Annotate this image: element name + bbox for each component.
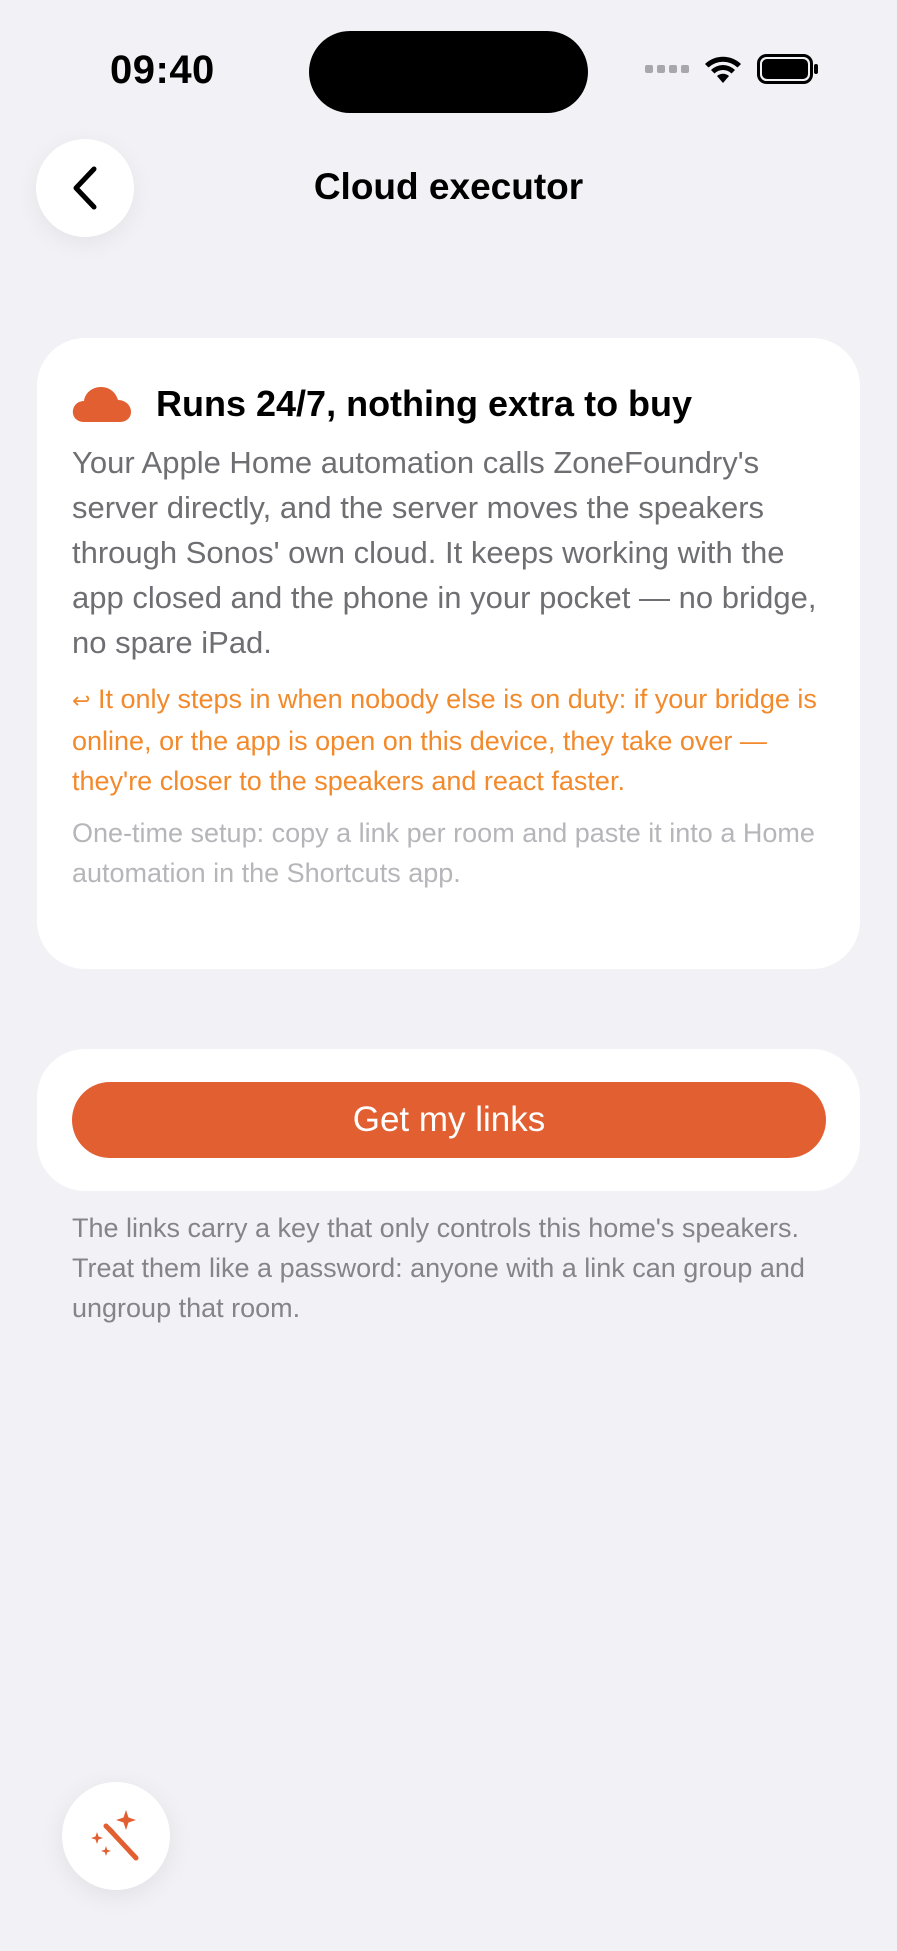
return-arrow-icon: ↩ — [72, 688, 91, 713]
magic-wand-button[interactable] — [62, 1782, 170, 1890]
cloud-icon — [72, 387, 131, 422]
info-card-note: ↩ It only steps in when nobody else is o… — [72, 679, 825, 801]
links-caption: The links carry a key that only controls… — [72, 1213, 805, 1323]
battery-icon — [757, 54, 818, 84]
status-time: 09:40 — [110, 48, 215, 92]
wifi-icon — [705, 56, 741, 83]
magic-wand-icon — [91, 1810, 139, 1861]
page-title: Cloud executor — [313, 166, 584, 207]
links-card: Get my links — [37, 1049, 860, 1191]
info-card-title: Runs 24/7, nothing extra to buy — [156, 383, 693, 424]
cellular-signal-icon — [645, 65, 689, 73]
info-card-footnote: One-time setup: copy a link per room and… — [72, 818, 815, 888]
info-card-note-text: It only steps in when nobody else is on … — [72, 684, 817, 796]
status-indicators — [645, 54, 819, 84]
dynamic-island — [309, 31, 588, 113]
info-card-body: Your Apple Home automation calls ZoneFou… — [72, 445, 817, 660]
get-links-button[interactable]: Get my links — [72, 1082, 826, 1158]
info-card: Runs 24/7, nothing extra to buy Your App… — [37, 338, 860, 969]
info-card-header: Runs 24/7, nothing extra to buy — [72, 378, 825, 430]
